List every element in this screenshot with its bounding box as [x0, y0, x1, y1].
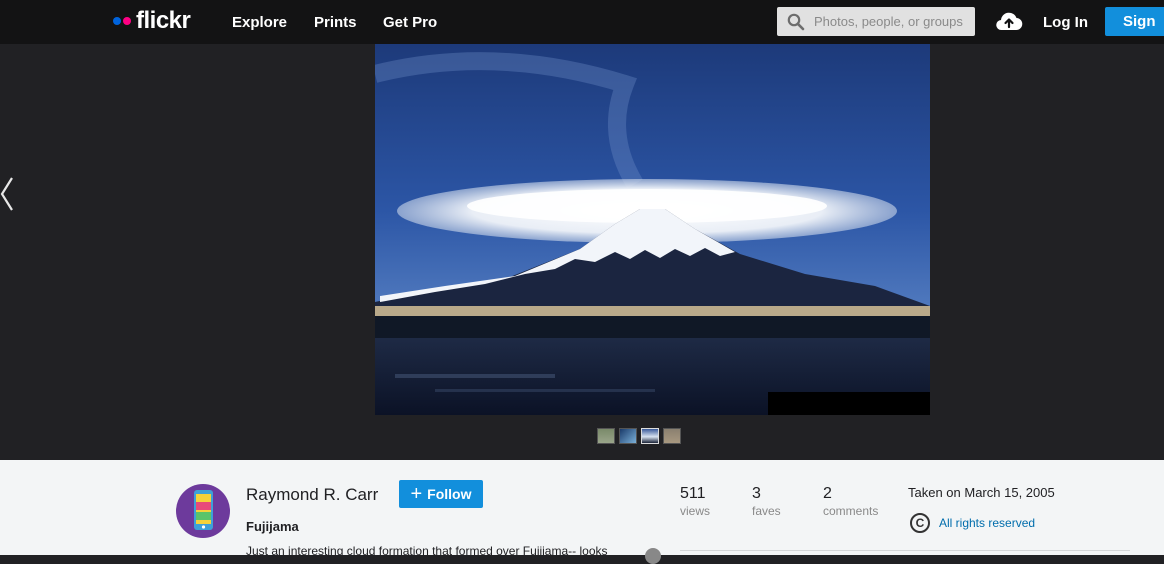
faves-label: faves — [752, 504, 781, 518]
copyright-icon: C — [910, 513, 930, 533]
signup-button[interactable]: Sign Up — [1105, 7, 1164, 59]
license[interactable]: C All rights reserved — [910, 513, 1035, 533]
nav-get-pro-label[interactable]: Get Pro — [383, 14, 437, 31]
thumbnail-4[interactable] — [663, 428, 681, 444]
owner-name[interactable]: Raymond R. Carr — [246, 485, 378, 505]
thumbnail-3[interactable] — [641, 428, 659, 444]
nav-explore-label[interactable]: Explore — [232, 14, 287, 31]
nav-explore[interactable]: Explore — [232, 0, 287, 44]
follow-button[interactable]: + Follow — [399, 480, 483, 508]
photo-info-panel: Raymond R. Carr + Follow Fujijama Just a… — [0, 460, 1164, 564]
chevron-left-icon[interactable] — [0, 176, 14, 212]
stat-comments: 2 comments — [823, 485, 878, 518]
logo-pink-dot — [123, 17, 131, 25]
search-input[interactable] — [814, 14, 964, 29]
comments-count: 2 — [823, 485, 832, 502]
thumbnail-1[interactable] — [597, 428, 615, 444]
stat-faves: 3 faves — [752, 485, 781, 518]
top-navigation-bar: flickr Explore Prints Get Pro Log In Sig… — [0, 0, 1164, 59]
comments-label: comments — [823, 504, 879, 518]
login-link[interactable]: Log In — [1043, 0, 1088, 44]
photo-description: Just an interesting cloud formation that… — [246, 544, 608, 555]
thumbnail-2[interactable] — [619, 428, 637, 444]
flickr-logo[interactable]: flickr — [113, 6, 191, 36]
views-label: views — [680, 504, 711, 518]
upload-cloud-icon[interactable] — [995, 10, 1023, 32]
faves-count: 3 — [752, 485, 761, 502]
license-label[interactable]: All rights reserved — [939, 516, 1035, 530]
photostream-thumbnails — [597, 428, 681, 444]
login-label[interactable]: Log In — [1043, 14, 1088, 31]
plus-icon: + — [410, 483, 423, 505]
follow-label: Follow — [427, 486, 472, 502]
photo-stage — [0, 44, 1164, 460]
divider — [680, 550, 1130, 551]
photo-title: Fujijama — [246, 519, 299, 534]
avatar-phone-icon — [194, 490, 213, 530]
views-count: 511 — [680, 485, 706, 502]
main-photo[interactable] — [375, 44, 930, 415]
nav-prints[interactable]: Prints — [314, 0, 357, 44]
nav-get-pro[interactable]: Get Pro — [383, 0, 437, 44]
search-icon[interactable] — [787, 13, 805, 31]
date-taken[interactable]: Taken on March 15, 2005 — [908, 485, 1055, 500]
logo-wordmark: flickr — [136, 7, 191, 34]
avatar[interactable] — [176, 484, 230, 538]
nav-prints-label[interactable]: Prints — [314, 14, 357, 31]
logo-blue-dot — [113, 17, 121, 25]
scroll-indicator[interactable] — [645, 548, 661, 564]
stat-views: 511 views — [680, 485, 710, 518]
search-box[interactable] — [777, 7, 975, 36]
